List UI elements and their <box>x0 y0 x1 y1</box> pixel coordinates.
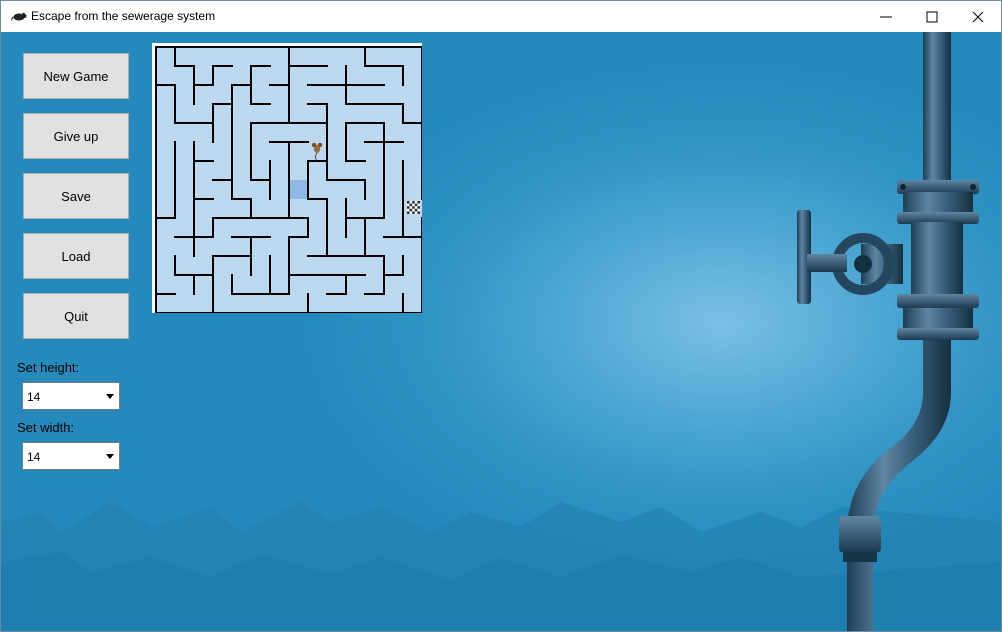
chevron-down-icon <box>106 394 114 399</box>
minimize-button[interactable] <box>863 1 909 32</box>
app-window: Escape from the sewerage system New Game… <box>0 0 1002 632</box>
visited-cell <box>289 180 308 199</box>
give-up-button[interactable]: Give up <box>23 113 129 159</box>
save-button[interactable]: Save <box>23 173 129 219</box>
pipe-valve-illustration <box>797 32 979 631</box>
width-select[interactable]: 14 <box>22 442 120 470</box>
load-button[interactable]: Load <box>23 233 129 279</box>
window-title: Escape from the sewerage system <box>31 9 216 23</box>
rat-icon <box>11 12 27 21</box>
maze-board[interactable] <box>152 43 423 314</box>
new-game-button[interactable]: New Game <box>23 53 129 99</box>
game-area: New Game Give up Save Load Quit Set heig… <box>1 32 1001 631</box>
close-button[interactable] <box>955 1 1001 32</box>
minimize-icon <box>880 16 892 18</box>
checkered-exit-icon <box>407 201 420 214</box>
quit-button[interactable]: Quit <box>23 293 129 339</box>
close-icon <box>972 11 984 23</box>
maximize-icon <box>926 11 938 23</box>
height-label: Set height: <box>17 360 80 375</box>
height-select[interactable]: 14 <box>22 382 120 410</box>
chevron-down-icon <box>106 454 114 459</box>
maze-grid[interactable] <box>152 43 423 314</box>
height-value: 14 <box>27 390 41 404</box>
title-bar[interactable]: Escape from the sewerage system <box>1 1 1001 32</box>
maximize-button[interactable] <box>909 1 955 32</box>
width-value: 14 <box>27 450 41 464</box>
width-label: Set width: <box>17 420 75 435</box>
